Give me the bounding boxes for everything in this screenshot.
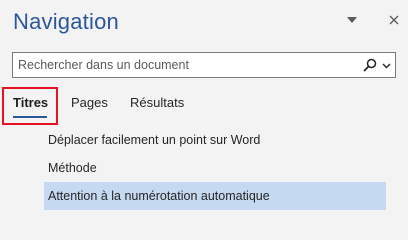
- annotation-highlight-box: [2, 87, 58, 125]
- pane-options-button[interactable]: [342, 10, 362, 30]
- close-icon: [389, 15, 399, 25]
- heading-item[interactable]: Méthode: [44, 154, 386, 182]
- search-input[interactable]: [13, 53, 353, 77]
- pane-title: Navigation: [13, 9, 119, 34]
- search-box: [12, 52, 396, 78]
- heading-item-selected[interactable]: Attention à la numérotation automatique: [44, 182, 386, 210]
- tab-bar: Titres Pages Résultats: [0, 88, 408, 122]
- heading-item[interactable]: Déplacer facilement un point sur Word: [44, 126, 386, 154]
- close-pane-button[interactable]: [384, 10, 404, 30]
- chevron-down-icon: [347, 16, 357, 24]
- navigation-pane: Navigation Titres Pages Résultats: [0, 0, 408, 240]
- tab-resultats[interactable]: Résultats: [130, 95, 184, 110]
- search-options-button[interactable]: [377, 56, 395, 74]
- chevron-down-icon: [382, 56, 391, 74]
- tab-pages[interactable]: Pages: [71, 95, 108, 110]
